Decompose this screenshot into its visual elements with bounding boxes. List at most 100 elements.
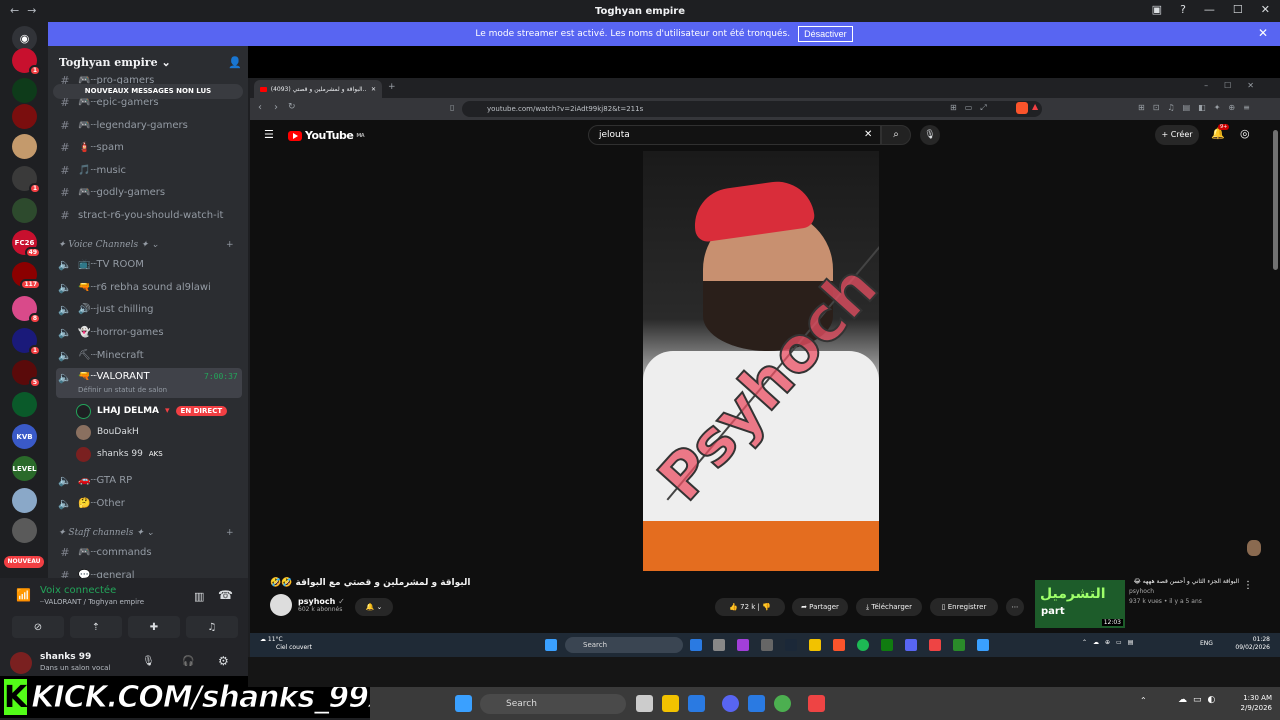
channel-item[interactable]: # 🎮 ┈commands <box>56 542 242 562</box>
voice-channel-item[interactable]: 🔈 ⛏ ┈Minecraft <box>56 345 242 365</box>
headphones-icon[interactable]: 🎧 <box>182 656 194 667</box>
channel-name[interactable]: psyhoch ✓ <box>298 597 345 606</box>
more-actions-button[interactable]: ⋯ <box>1006 598 1024 616</box>
activities-button[interactable]: ✚ <box>128 616 180 638</box>
taskbar-clock[interactable]: 1:30 AM 2/9/2026 <box>1241 693 1272 713</box>
tray-chevron-icon[interactable]: ⌃ <box>1140 696 1147 705</box>
search-input[interactable]: jelouta <box>588 125 881 145</box>
channel-avatar[interactable] <box>270 594 292 616</box>
clear-search-icon[interactable]: ✕ <box>864 129 872 140</box>
create-button[interactable]: + Créer <box>1155 125 1199 145</box>
add-channel-icon[interactable]: + <box>226 528 234 538</box>
windows-start-icon[interactable] <box>545 639 557 651</box>
file-explorer-icon[interactable] <box>662 695 679 712</box>
voice-user[interactable]: shanks 99 AKS <box>76 444 163 464</box>
channel-item[interactable]: # 🎮 ┈legendary-gamers <box>56 115 242 135</box>
help-icon[interactable]: ? <box>1180 3 1186 16</box>
channel-info[interactable]: psyhoch ✓ 602 k abonnés <box>270 594 345 616</box>
channel-item[interactable]: # 🎮 ┈epic-gamers <box>56 92 242 112</box>
xbox-icon[interactable] <box>881 639 893 651</box>
address-actions[interactable]: ⊞▭⤢ <box>950 103 995 113</box>
file-explorer-icon[interactable] <box>809 639 821 651</box>
close-icon[interactable]: ✕ <box>1261 3 1270 16</box>
channel-item[interactable]: # stract-r6-you-should-watch-it <box>56 205 242 225</box>
recommended-more-icon[interactable]: ⋮ <box>1243 580 1253 591</box>
soundboard-button[interactable]: ♫ <box>186 616 238 638</box>
settings-icon[interactable]: ⚙ <box>218 654 229 668</box>
share-button[interactable]: ➦ Partager <box>792 598 848 616</box>
back-icon[interactable]: ‹ <box>258 102 262 113</box>
voice-channel-item[interactable]: 🔈 👻 ┈horror-games <box>56 322 242 342</box>
server-icon[interactable]: LEVEL <box>12 456 37 481</box>
brave-shield-icon[interactable] <box>1016 102 1028 114</box>
obs-icon[interactable] <box>761 639 773 651</box>
disable-button[interactable]: Désactiver <box>798 26 853 42</box>
tab-close-icon[interactable]: ✕ <box>371 86 376 93</box>
dislike-icon[interactable]: 👎 <box>762 603 771 611</box>
taskbar-clock[interactable]: 01:28 09/02/2026 <box>1235 636 1270 652</box>
voice-status[interactable]: Définir un statut de salon <box>78 386 167 394</box>
channel-item[interactable]: # 🎵 ┈music <box>56 160 242 180</box>
app-icon[interactable] <box>977 639 989 651</box>
save-button[interactable]: ▯ Enregistrer <box>930 598 998 616</box>
voice-user[interactable]: BouDakH <box>76 422 139 442</box>
taskbar-search[interactable]: Search <box>480 694 626 714</box>
microphone-icon[interactable]: 🎙 <box>142 656 155 667</box>
app-icon[interactable] <box>737 639 749 651</box>
voice-location[interactable]: ┈VALORANT / Toghyan empire <box>40 598 144 606</box>
spotify-icon[interactable] <box>857 639 869 651</box>
server-icon[interactable]: 117 <box>12 262 41 290</box>
server-icon[interactable] <box>12 104 37 129</box>
voice-category[interactable]: ✦ Voice Channels ✦ ⌄ + <box>58 240 238 250</box>
edge-icon[interactable] <box>688 695 705 712</box>
weather-widget[interactable]: ☁ 11°C Ciel couvert <box>260 636 312 652</box>
system-tray-icons[interactable]: ☁▭◐ <box>1178 695 1221 705</box>
server-icon[interactable]: 1 <box>12 328 41 356</box>
server-icon[interactable]: 8 <box>12 296 41 324</box>
search-button[interactable]: ⌕ <box>881 125 911 145</box>
youtube-logo[interactable]: YouTube MA <box>288 129 365 142</box>
recommended-thumbnail[interactable]: التشرميل part 12:03 <box>1035 580 1125 628</box>
voice-channel-item[interactable]: 🔈 🤔 ┈Other <box>56 493 242 513</box>
server-icon[interactable]: KVB <box>12 424 37 449</box>
app-icon[interactable] <box>929 639 941 651</box>
server-icon[interactable] <box>12 518 37 543</box>
active-voice-channel[interactable]: 🔈 🔫 ┈VALORANT 7:00:37 Définir un statut de… <box>56 368 242 398</box>
reload-icon[interactable]: ↻ <box>288 102 296 112</box>
brave-icon[interactable] <box>833 639 845 651</box>
recommended-info[interactable]: البواقة الجزء الثاني و أحسن قصة هههه 😂 p… <box>1129 578 1239 605</box>
taskbar-search[interactable]: Search <box>565 637 683 653</box>
discord-icon[interactable] <box>722 695 739 712</box>
forward-icon[interactable]: › <box>274 102 278 113</box>
video-player[interactable]: Psyhoch <box>643 151 879 571</box>
voice-channel-item[interactable]: 🔈 📺 ┈TV ROOM <box>56 254 242 274</box>
windows-start-icon[interactable] <box>455 695 472 712</box>
channel-item[interactable]: # 🎮 ┈godly-gamers <box>56 182 242 202</box>
store-icon[interactable] <box>748 695 765 712</box>
channel-item[interactable]: # 🧯 ┈spam <box>56 137 242 157</box>
app-icon[interactable] <box>953 639 965 651</box>
banner-close-icon[interactable]: ✕ <box>1258 26 1268 40</box>
download-button[interactable]: ⤓ Télécharger <box>856 598 922 616</box>
system-tray-icons[interactable]: ⌃☁⊕▭▤ <box>1082 639 1139 646</box>
steam-icon[interactable] <box>785 639 797 651</box>
obs-icon[interactable] <box>808 695 825 712</box>
discord-icon[interactable] <box>905 639 917 651</box>
server-icon[interactable]: 5 <box>12 360 41 388</box>
taskview-icon[interactable] <box>713 639 725 651</box>
browser-tab[interactable]: (4093) البواقة و لمشرملين و قصتي... ✕ <box>254 80 382 98</box>
inbox-icon[interactable]: ▣ <box>1152 3 1162 16</box>
like-icon[interactable]: 👍 <box>729 603 738 611</box>
invite-icon[interactable]: 👤 <box>228 56 242 69</box>
camera-button[interactable]: ⊘ <box>12 616 64 638</box>
channel-item[interactable]: # 💬 ┈general <box>56 565 242 579</box>
account-avatar-icon[interactable]: ◎ <box>1240 127 1250 140</box>
server-icon[interactable]: 1 <box>12 166 41 194</box>
extension-icons[interactable]: ⊞⊡♫▤◧✦⊕≡ <box>1138 103 1258 112</box>
server-icon[interactable] <box>12 134 37 159</box>
server-icon[interactable] <box>12 78 37 103</box>
new-tab-icon[interactable]: + <box>388 82 396 92</box>
maximize-icon[interactable]: ☐ <box>1233 3 1243 16</box>
like-dislike-group[interactable]: 👍 72 k | 👎 <box>715 598 785 616</box>
edge-icon[interactable] <box>690 639 702 651</box>
